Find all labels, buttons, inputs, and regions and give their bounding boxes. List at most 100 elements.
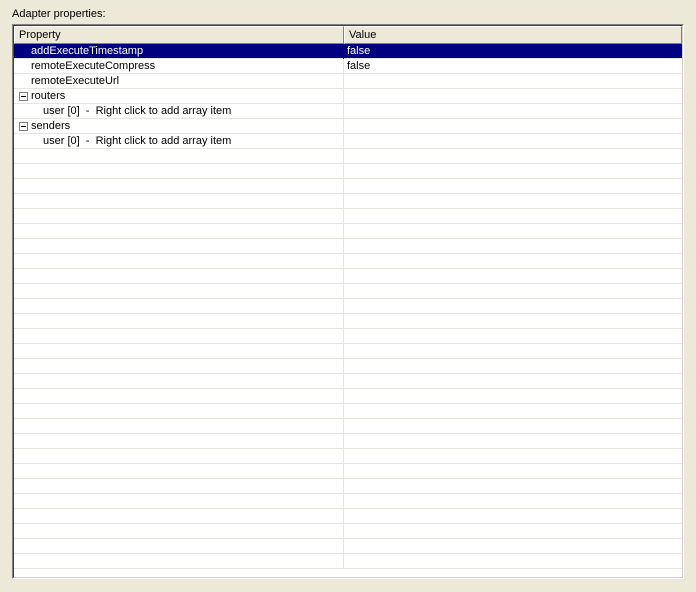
value-cell[interactable] [344, 119, 682, 134]
empty-row[interactable] [14, 464, 682, 479]
property-cell[interactable] [14, 359, 344, 374]
value-cell[interactable] [344, 509, 682, 524]
empty-row[interactable] [14, 359, 682, 374]
property-cell[interactable] [14, 524, 344, 539]
value-cell[interactable] [344, 89, 682, 104]
empty-row[interactable] [14, 434, 682, 449]
value-cell[interactable] [344, 254, 682, 269]
empty-row[interactable] [14, 254, 682, 269]
empty-row[interactable] [14, 149, 682, 164]
property-cell[interactable] [14, 374, 344, 389]
empty-row[interactable] [14, 209, 682, 224]
property-cell[interactable] [14, 269, 344, 284]
value-cell[interactable] [344, 404, 682, 419]
value-cell[interactable] [344, 494, 682, 509]
value-cell[interactable] [344, 539, 682, 554]
value-cell[interactable] [344, 389, 682, 404]
tree-group-row[interactable]: routers [14, 89, 682, 104]
value-cell[interactable] [344, 209, 682, 224]
value-cell[interactable] [344, 524, 682, 539]
value-cell[interactable] [344, 434, 682, 449]
tree-leaf-row[interactable]: user [0] - Right click to add array item [14, 134, 682, 149]
property-cell[interactable] [14, 329, 344, 344]
collapse-icon[interactable] [19, 122, 28, 131]
value-cell[interactable] [344, 224, 682, 239]
value-cell[interactable] [344, 374, 682, 389]
property-cell[interactable] [14, 299, 344, 314]
property-cell[interactable] [14, 389, 344, 404]
empty-row[interactable] [14, 404, 682, 419]
value-cell[interactable] [344, 479, 682, 494]
column-header-property[interactable]: Property [14, 26, 344, 44]
value-cell[interactable] [344, 464, 682, 479]
property-cell[interactable]: senders [14, 119, 344, 134]
empty-row[interactable] [14, 314, 682, 329]
value-cell[interactable] [344, 179, 682, 194]
value-cell[interactable] [344, 239, 682, 254]
property-cell[interactable]: user [0] - Right click to add array item [14, 104, 344, 119]
value-cell[interactable] [344, 149, 682, 164]
empty-row[interactable] [14, 344, 682, 359]
value-cell[interactable] [344, 164, 682, 179]
empty-row[interactable] [14, 329, 682, 344]
property-cell[interactable] [14, 164, 344, 179]
property-cell[interactable]: remoteExecuteUrl [14, 74, 344, 89]
value-cell[interactable]: false [344, 59, 682, 74]
property-cell[interactable]: addExecuteTimestamp [14, 44, 344, 59]
empty-row[interactable] [14, 494, 682, 509]
value-cell[interactable] [344, 329, 682, 344]
empty-row[interactable] [14, 524, 682, 539]
value-cell[interactable] [344, 104, 682, 119]
property-cell[interactable] [14, 464, 344, 479]
value-cell[interactable] [344, 284, 682, 299]
property-cell[interactable] [14, 479, 344, 494]
value-cell[interactable] [344, 74, 682, 89]
property-cell[interactable] [14, 509, 344, 524]
value-cell[interactable] [344, 314, 682, 329]
property-cell[interactable] [14, 344, 344, 359]
empty-row[interactable] [14, 389, 682, 404]
empty-row[interactable] [14, 554, 682, 569]
value-cell[interactable] [344, 269, 682, 284]
tree-leaf-row[interactable]: user [0] - Right click to add array item [14, 104, 682, 119]
empty-row[interactable] [14, 284, 682, 299]
property-cell[interactable] [14, 539, 344, 554]
property-grid[interactable]: Property Value addExecuteTimestampfalser… [12, 24, 684, 579]
empty-row[interactable] [14, 269, 682, 284]
tree-leaf-row[interactable]: addExecuteTimestampfalse [14, 44, 682, 59]
property-cell[interactable] [14, 449, 344, 464]
column-header-value[interactable]: Value [344, 26, 682, 44]
value-cell[interactable] [344, 554, 682, 569]
empty-row[interactable] [14, 449, 682, 464]
property-cell[interactable] [14, 419, 344, 434]
value-cell[interactable] [344, 359, 682, 374]
property-cell[interactable] [14, 194, 344, 209]
property-cell[interactable]: remoteExecuteCompress [14, 59, 344, 74]
empty-row[interactable] [14, 179, 682, 194]
property-cell[interactable] [14, 224, 344, 239]
property-cell[interactable] [14, 179, 344, 194]
value-cell[interactable] [344, 449, 682, 464]
empty-row[interactable] [14, 239, 682, 254]
value-cell[interactable] [344, 419, 682, 434]
value-cell[interactable]: false [344, 44, 682, 59]
property-cell[interactable] [14, 314, 344, 329]
value-cell[interactable] [344, 299, 682, 314]
empty-row[interactable] [14, 539, 682, 554]
property-cell[interactable] [14, 494, 344, 509]
property-cell[interactable]: user [0] - Right click to add array item [14, 134, 344, 149]
empty-row[interactable] [14, 164, 682, 179]
property-cell[interactable] [14, 554, 344, 569]
tree-leaf-row[interactable]: remoteExecuteUrl [14, 74, 682, 89]
empty-row[interactable] [14, 419, 682, 434]
property-cell[interactable] [14, 239, 344, 254]
collapse-icon[interactable] [19, 92, 28, 101]
property-cell[interactable] [14, 434, 344, 449]
value-cell[interactable] [344, 194, 682, 209]
property-cell[interactable]: routers [14, 89, 344, 104]
empty-row[interactable] [14, 299, 682, 314]
empty-row[interactable] [14, 374, 682, 389]
property-cell[interactable] [14, 254, 344, 269]
empty-row[interactable] [14, 509, 682, 524]
property-cell[interactable] [14, 209, 344, 224]
